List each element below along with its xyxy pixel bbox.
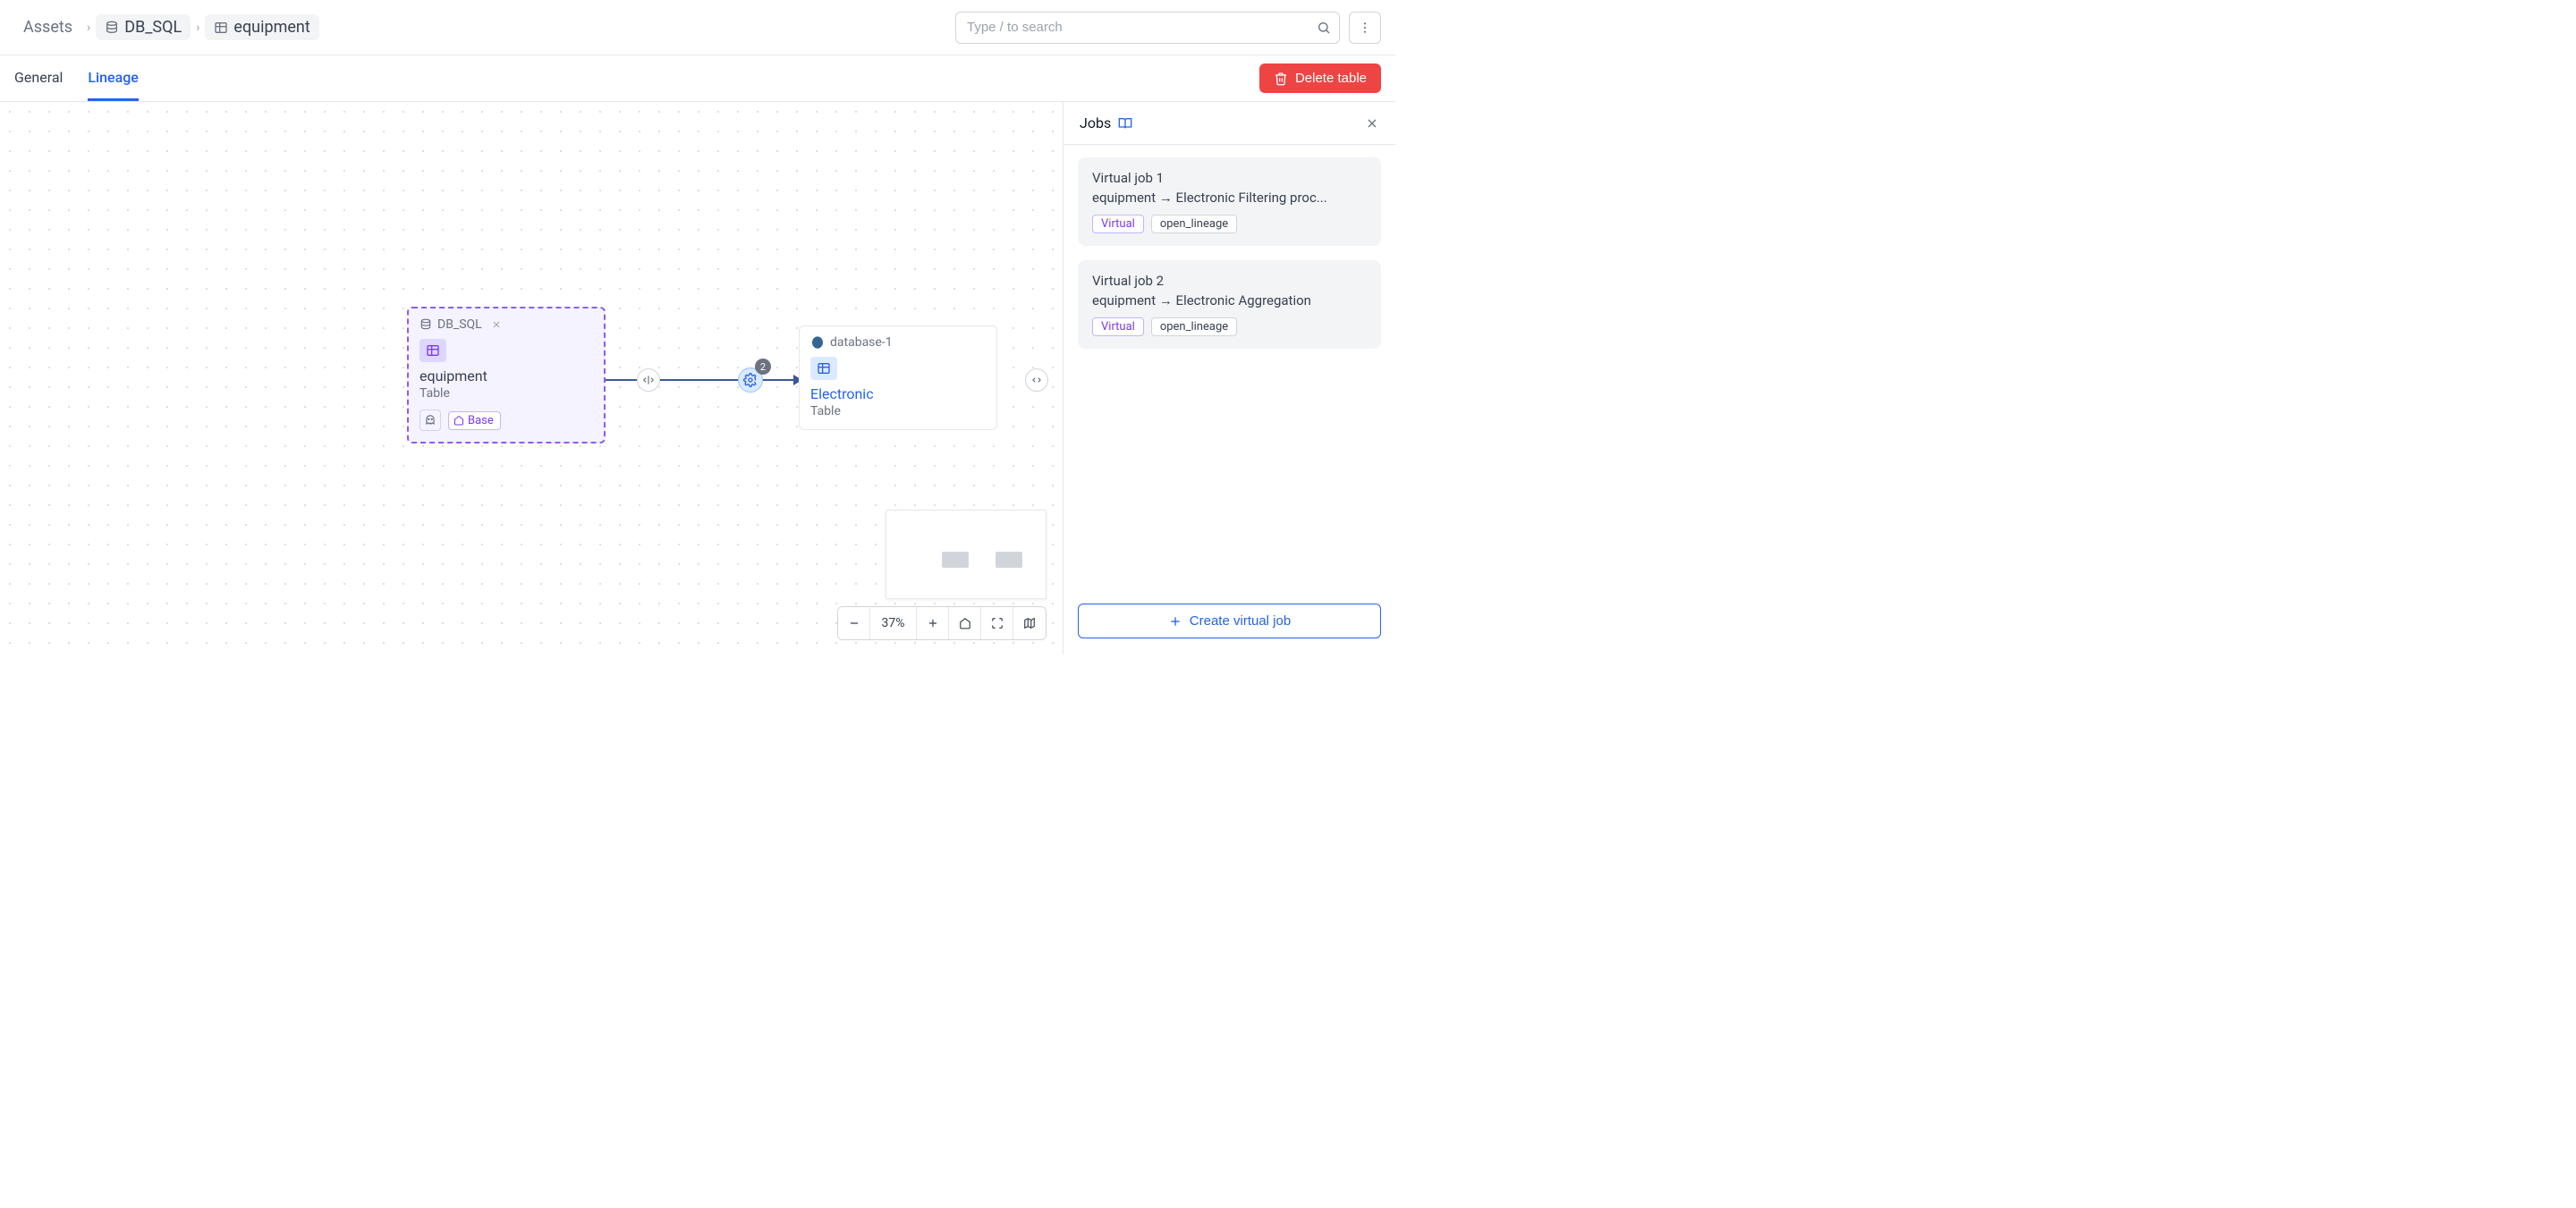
node-type-icon bbox=[810, 357, 837, 380]
node-close-icon[interactable] bbox=[491, 319, 502, 330]
minimap[interactable] bbox=[886, 510, 1046, 599]
table-icon bbox=[816, 361, 832, 376]
main: 2 DB_SQL equipment Table bbox=[0, 102, 1395, 655]
tab-general[interactable]: General bbox=[14, 55, 63, 101]
node-target-type: Table bbox=[810, 404, 986, 418]
jobs-title-label: Jobs bbox=[1080, 114, 1111, 131]
jobs-panel-footer: Create virtual job bbox=[1063, 591, 1395, 655]
expand-left-handle[interactable] bbox=[637, 368, 660, 392]
collapse-horizontal-icon bbox=[642, 374, 655, 386]
node-source-type: Table bbox=[419, 386, 593, 401]
home-icon bbox=[959, 617, 971, 629]
base-badge-label: Base bbox=[468, 414, 494, 427]
trash-icon bbox=[1274, 72, 1288, 86]
jobs-panel-header: Jobs bbox=[1063, 102, 1395, 145]
create-virtual-job-button[interactable]: Create virtual job bbox=[1078, 604, 1381, 638]
lineage-canvas[interactable]: 2 DB_SQL equipment Table bbox=[0, 102, 1063, 655]
job-card[interactable]: Virtual job 2 equipment → Electronic Agg… bbox=[1078, 260, 1381, 349]
book-open-icon[interactable] bbox=[1118, 116, 1132, 131]
top-bar: Assets › DB_SQL › equipment bbox=[0, 0, 1395, 55]
job-name: Virtual job 1 bbox=[1092, 170, 1367, 186]
plus-icon bbox=[927, 617, 939, 629]
jobs-panel-title: Jobs bbox=[1080, 114, 1132, 131]
tab-row: General Lineage Delete table bbox=[0, 55, 1395, 102]
more-button[interactable] bbox=[1349, 12, 1381, 44]
minimap-view bbox=[892, 516, 1040, 593]
table-icon bbox=[425, 343, 441, 358]
expand-right-handle[interactable] bbox=[1025, 368, 1048, 392]
job-tags: Virtual open_lineage bbox=[1092, 317, 1367, 336]
base-badge: Base bbox=[448, 411, 501, 430]
lineage-edge bbox=[606, 379, 801, 381]
search-input[interactable] bbox=[955, 12, 1340, 44]
breadcrumb-db[interactable]: DB_SQL bbox=[96, 14, 191, 40]
more-vertical-icon bbox=[1358, 21, 1372, 35]
delete-table-button[interactable]: Delete table bbox=[1259, 63, 1381, 93]
maximize-icon bbox=[991, 617, 1004, 629]
node-source-name: equipment bbox=[419, 367, 593, 384]
zoom-controls: 37% bbox=[837, 606, 1046, 640]
map-toggle-button[interactable] bbox=[1013, 607, 1046, 639]
tag-virtual: Virtual bbox=[1092, 317, 1144, 336]
node-source-group: DB_SQL bbox=[437, 317, 482, 332]
jobs-panel: Jobs Virtual job 1 equipment → Electroni… bbox=[1063, 102, 1395, 655]
chevron-right-icon: › bbox=[87, 21, 90, 35]
job-description: equipment → Electronic Filtering proc... bbox=[1092, 190, 1367, 206]
tab-lineage[interactable]: Lineage bbox=[88, 55, 138, 101]
node-source-header: DB_SQL bbox=[419, 317, 593, 332]
home-icon bbox=[453, 415, 464, 426]
delete-table-label: Delete table bbox=[1295, 71, 1367, 86]
fullscreen-button[interactable] bbox=[981, 607, 1013, 639]
ghost-icon bbox=[419, 410, 441, 431]
map-icon bbox=[1023, 617, 1036, 629]
node-target-header: database-1 bbox=[810, 335, 986, 350]
breadcrumb-db-label: DB_SQL bbox=[124, 18, 182, 37]
job-card[interactable]: Virtual job 1 equipment → Electronic Fil… bbox=[1078, 157, 1381, 246]
zoom-out-button[interactable] bbox=[838, 607, 870, 639]
node-target-name[interactable]: Electronic bbox=[810, 385, 986, 402]
database-icon bbox=[105, 21, 119, 35]
tag-kind: open_lineage bbox=[1151, 317, 1237, 336]
zoom-reset-button[interactable] bbox=[949, 607, 981, 639]
expand-horizontal-icon bbox=[1030, 374, 1043, 386]
edge-count-badge: 2 bbox=[755, 359, 771, 375]
close-icon bbox=[491, 319, 502, 330]
zoom-in-button[interactable] bbox=[917, 607, 949, 639]
tag-kind: open_lineage bbox=[1151, 215, 1237, 233]
search-wrap bbox=[955, 12, 1340, 44]
minimap-block bbox=[942, 552, 969, 568]
table-icon bbox=[214, 21, 228, 35]
chevron-right-icon: › bbox=[196, 21, 199, 35]
node-badges: Base bbox=[419, 410, 593, 431]
close-icon bbox=[1365, 116, 1379, 131]
close-panel-button[interactable] bbox=[1365, 116, 1379, 131]
node-type-icon bbox=[419, 339, 446, 362]
breadcrumb-item-label: equipment bbox=[233, 18, 309, 37]
postgres-icon bbox=[810, 335, 825, 350]
database-icon bbox=[419, 318, 432, 331]
lineage-node-target[interactable]: database-1 Electronic Table bbox=[799, 325, 997, 430]
zoom-level: 37% bbox=[870, 607, 917, 639]
plus-icon bbox=[1168, 614, 1182, 629]
node-target-group: database-1 bbox=[830, 335, 893, 350]
topbar-right bbox=[955, 12, 1381, 44]
tabs: General Lineage bbox=[14, 55, 139, 101]
breadcrumb-assets[interactable]: Assets bbox=[14, 14, 81, 40]
job-description: equipment → Electronic Aggregation bbox=[1092, 292, 1367, 308]
tag-virtual: Virtual bbox=[1092, 215, 1144, 233]
search-icon bbox=[1317, 21, 1331, 35]
minus-icon bbox=[848, 617, 860, 629]
job-tags: Virtual open_lineage bbox=[1092, 215, 1367, 233]
lineage-node-source[interactable]: DB_SQL equipment Table Base bbox=[407, 307, 606, 443]
jobs-list: Virtual job 1 equipment → Electronic Fil… bbox=[1063, 145, 1395, 591]
gear-icon bbox=[743, 373, 758, 387]
job-name: Virtual job 2 bbox=[1092, 273, 1367, 289]
minimap-block bbox=[996, 552, 1022, 568]
breadcrumb-item[interactable]: equipment bbox=[205, 14, 318, 40]
create-virtual-job-label: Create virtual job bbox=[1190, 613, 1291, 629]
breadcrumb: Assets › DB_SQL › equipment bbox=[14, 14, 319, 40]
